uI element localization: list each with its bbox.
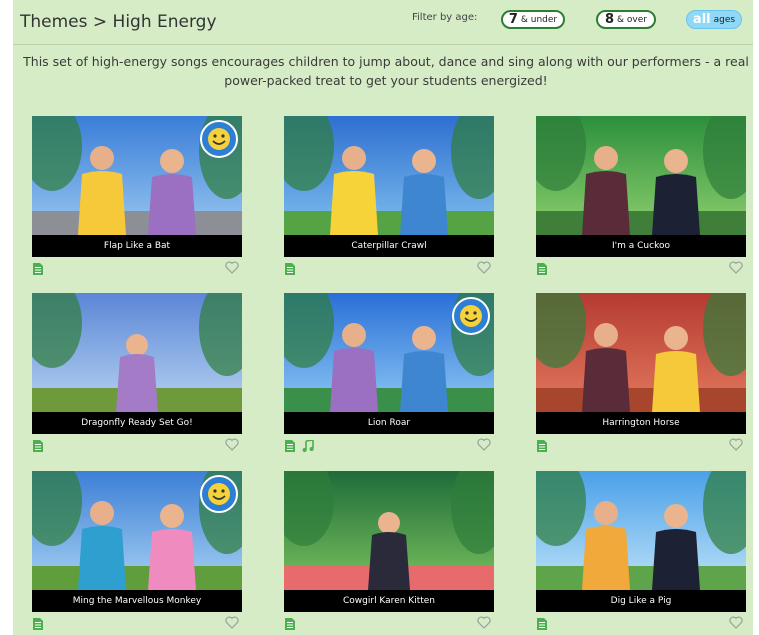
video-card[interactable]: Ming the Marvellous Monkey: [32, 471, 242, 633]
document-icon[interactable]: [33, 437, 43, 452]
video-title[interactable]: Dragonfly Ready Set Go!: [32, 412, 242, 434]
card-actions: [536, 435, 746, 453]
video-title[interactable]: Harrington Horse: [536, 412, 746, 434]
video-thumbnail[interactable]: [284, 471, 494, 590]
video-title[interactable]: Dig Like a Pig: [536, 590, 746, 612]
heart-icon[interactable]: [477, 259, 491, 274]
video-card[interactable]: Cowgirl Karen Kitten: [284, 471, 494, 633]
document-icon[interactable]: [285, 437, 295, 452]
card-actions: [284, 435, 494, 453]
heart-icon[interactable]: [729, 436, 743, 451]
heart-icon[interactable]: [225, 436, 239, 451]
document-icon[interactable]: [285, 615, 295, 630]
video-title[interactable]: Ming the Marvellous Monkey: [32, 590, 242, 612]
video-card[interactable]: I'm a Cuckoo: [536, 116, 746, 278]
card-actions: [32, 258, 242, 276]
video-title[interactable]: Lion Roar: [284, 412, 494, 434]
video-card[interactable]: Flap Like a Bat: [32, 116, 242, 278]
page: Themes > High Energy Filter by age: 7 & …: [13, 0, 753, 635]
video-thumbnail[interactable]: [284, 116, 494, 235]
video-card[interactable]: Dig Like a Pig: [536, 471, 746, 633]
video-thumbnail[interactable]: [32, 471, 242, 590]
video-thumbnail[interactable]: [284, 293, 494, 412]
document-icon[interactable]: [285, 260, 295, 275]
video-title[interactable]: Cowgirl Karen Kitten: [284, 590, 494, 612]
video-card[interactable]: Caterpillar Crawl: [284, 116, 494, 278]
video-thumbnail[interactable]: [536, 116, 746, 235]
video-title[interactable]: I'm a Cuckoo: [536, 235, 746, 257]
heart-icon[interactable]: [729, 614, 743, 629]
video-thumbnail[interactable]: [32, 116, 242, 235]
document-icon[interactable]: [33, 615, 43, 630]
video-title[interactable]: Flap Like a Bat: [32, 235, 242, 257]
video-grid: Flap Like a Bat Caterpillar Crawl I'm a Cu…: [13, 0, 753, 635]
video-card[interactable]: Dragonfly Ready Set Go!: [32, 293, 242, 455]
video-thumbnail[interactable]: [536, 293, 746, 412]
card-actions: [284, 258, 494, 276]
smiley-badge-icon: [200, 475, 238, 513]
heart-icon[interactable]: [477, 436, 491, 451]
video-title[interactable]: Caterpillar Crawl: [284, 235, 494, 257]
document-icon[interactable]: [537, 260, 547, 275]
video-card[interactable]: Harrington Horse: [536, 293, 746, 455]
card-actions: [536, 258, 746, 276]
smiley-badge-icon: [452, 297, 490, 335]
heart-icon[interactable]: [477, 614, 491, 629]
heart-icon[interactable]: [225, 259, 239, 274]
card-actions: [32, 613, 242, 631]
document-icon[interactable]: [33, 260, 43, 275]
video-card[interactable]: Lion Roar: [284, 293, 494, 455]
card-actions: [284, 613, 494, 631]
video-thumbnail[interactable]: [536, 471, 746, 590]
heart-icon[interactable]: [225, 614, 239, 629]
document-icon[interactable]: [537, 437, 547, 452]
music-note-icon[interactable]: [302, 437, 314, 452]
video-thumbnail[interactable]: [32, 293, 242, 412]
heart-icon[interactable]: [729, 259, 743, 274]
document-icon[interactable]: [537, 615, 547, 630]
smiley-badge-icon: [200, 120, 238, 158]
card-actions: [32, 435, 242, 453]
card-actions: [536, 613, 746, 631]
